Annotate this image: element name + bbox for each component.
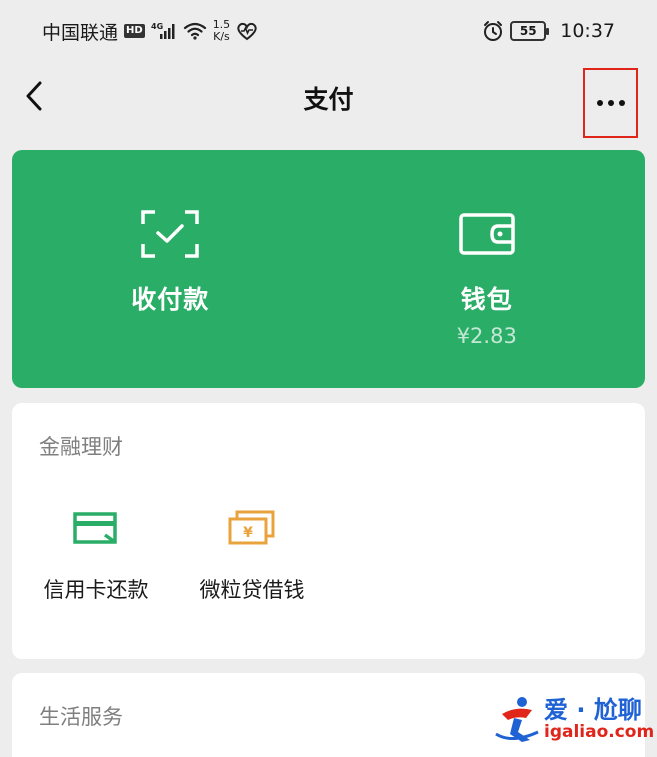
pay-card: 收付款 钱包 ¥2.83 [12,150,645,388]
watermark: 爱 · 尬聊 igaliao.com [492,690,655,750]
status-bar-right: 55 10:37 [482,20,615,42]
receive-pay-label: 收付款 [131,285,210,314]
wallet-icon [458,208,516,260]
status-bar-left: 中国联通 HD 4G 1.5 K/s [42,18,258,45]
status-bar: 中国联通 HD 4G 1.5 K/s 55 10:37 [0,0,657,62]
signal-icon: 4G [151,21,177,41]
more-dots-icon [596,100,625,106]
weilidai-loan-button[interactable]: ¥ 微粒贷借钱 [192,508,312,604]
scan-check-icon [141,208,199,260]
more-options-button[interactable] [583,68,638,138]
heart-icon [236,21,258,41]
credit-card-repay-button[interactable]: 信用卡还款 [38,508,154,604]
wifi-icon [183,21,207,41]
page-title: 支付 [303,85,354,114]
watermark-title: 爱 · 尬聊 [544,696,642,724]
yuan-bills-icon: ¥ [228,508,276,548]
hd-badge: HD [124,24,145,38]
payment-screen: 中国联通 HD 4G 1.5 K/s 55 10:37 支付 收付款 钱包 ¥2… [0,0,657,757]
clock: 10:37 [560,20,615,42]
credit-card-icon [73,508,119,548]
network-speed: 1.5 K/s [213,19,231,43]
watermark-logo-icon [495,697,539,742]
nav-bar: 支付 [0,62,657,138]
svg-text:¥: ¥ [243,525,253,541]
credit-card-repay-label: 信用卡还款 [43,578,149,602]
life-services-title: 生活服务 [39,705,123,729]
wallet-label: 钱包 [460,285,513,314]
weilidai-loan-label: 微粒贷借钱 [199,578,305,602]
wallet-balance: ¥2.83 [456,324,517,348]
network-type-label: 4G [151,22,163,31]
alarm-icon [482,20,504,42]
battery-indicator: 55 [510,21,550,41]
receive-pay-button[interactable]: 收付款 [12,150,329,388]
watermark-url: igaliao.com [544,722,655,742]
network-speed-unit: K/s [213,30,230,43]
finance-section: 金融理财 信用卡还款 ¥ 微粒贷借钱 [12,403,645,659]
wallet-button[interactable]: 钱包 ¥2.83 [329,150,646,388]
carrier-name: 中国联通 [42,21,119,44]
finance-section-title: 金融理财 [39,435,123,459]
